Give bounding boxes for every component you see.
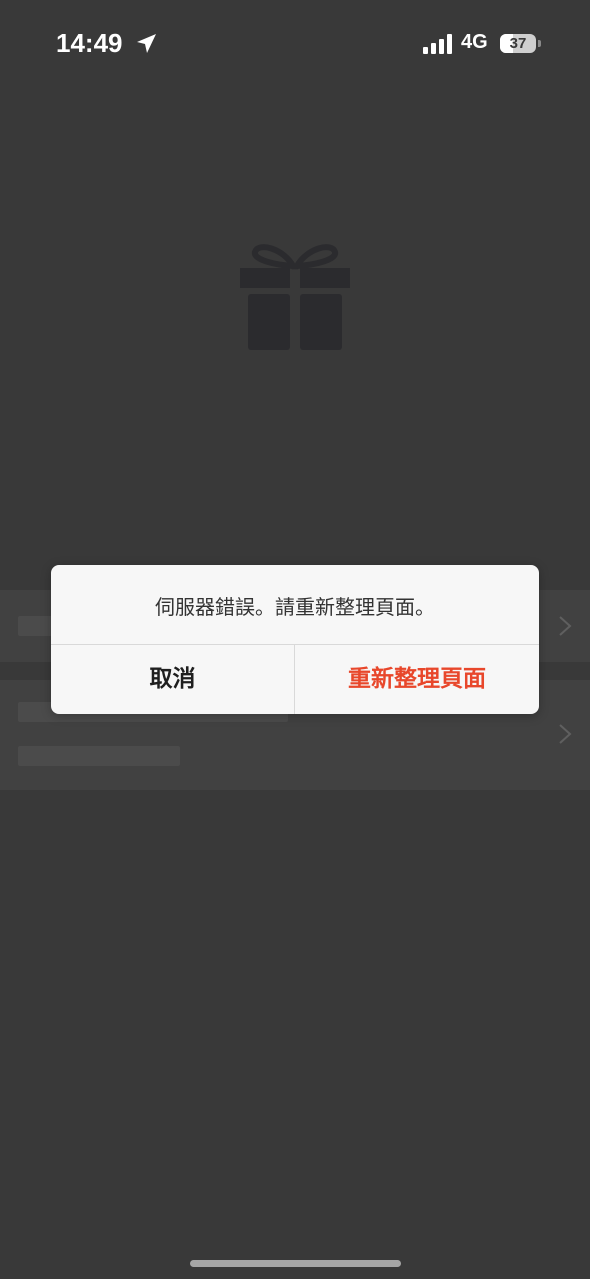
battery-icon: 37 xyxy=(500,34,536,53)
home-indicator[interactable] xyxy=(190,1260,401,1267)
cellular-signal-icon xyxy=(423,34,452,54)
network-type: 4G xyxy=(461,31,488,53)
cancel-button[interactable]: 取消 xyxy=(51,645,294,714)
dialog-message: 伺服器錯誤。請重新整理頁面。 xyxy=(155,595,435,619)
battery-percentage: 37 xyxy=(509,35,527,52)
chevron-right-icon xyxy=(559,616,572,636)
chevron-right-icon xyxy=(559,724,572,744)
battery-cap xyxy=(538,40,541,47)
status-time: 14:49 xyxy=(56,28,123,58)
gift-icon xyxy=(240,244,350,350)
error-dialog: 伺服器錯誤。請重新整理頁面。 取消 重新整理頁面 xyxy=(51,565,539,714)
location-arrow-icon xyxy=(137,34,156,53)
app-screen: 14:49 4G 37 伺服器錯誤。請重新整理頁面。 取消 重新整理頁面 xyxy=(0,0,590,1279)
placeholder-text-bar xyxy=(18,746,180,766)
status-bar: 14:49 4G 37 xyxy=(0,0,590,88)
refresh-page-button[interactable]: 重新整理頁面 xyxy=(295,645,539,714)
